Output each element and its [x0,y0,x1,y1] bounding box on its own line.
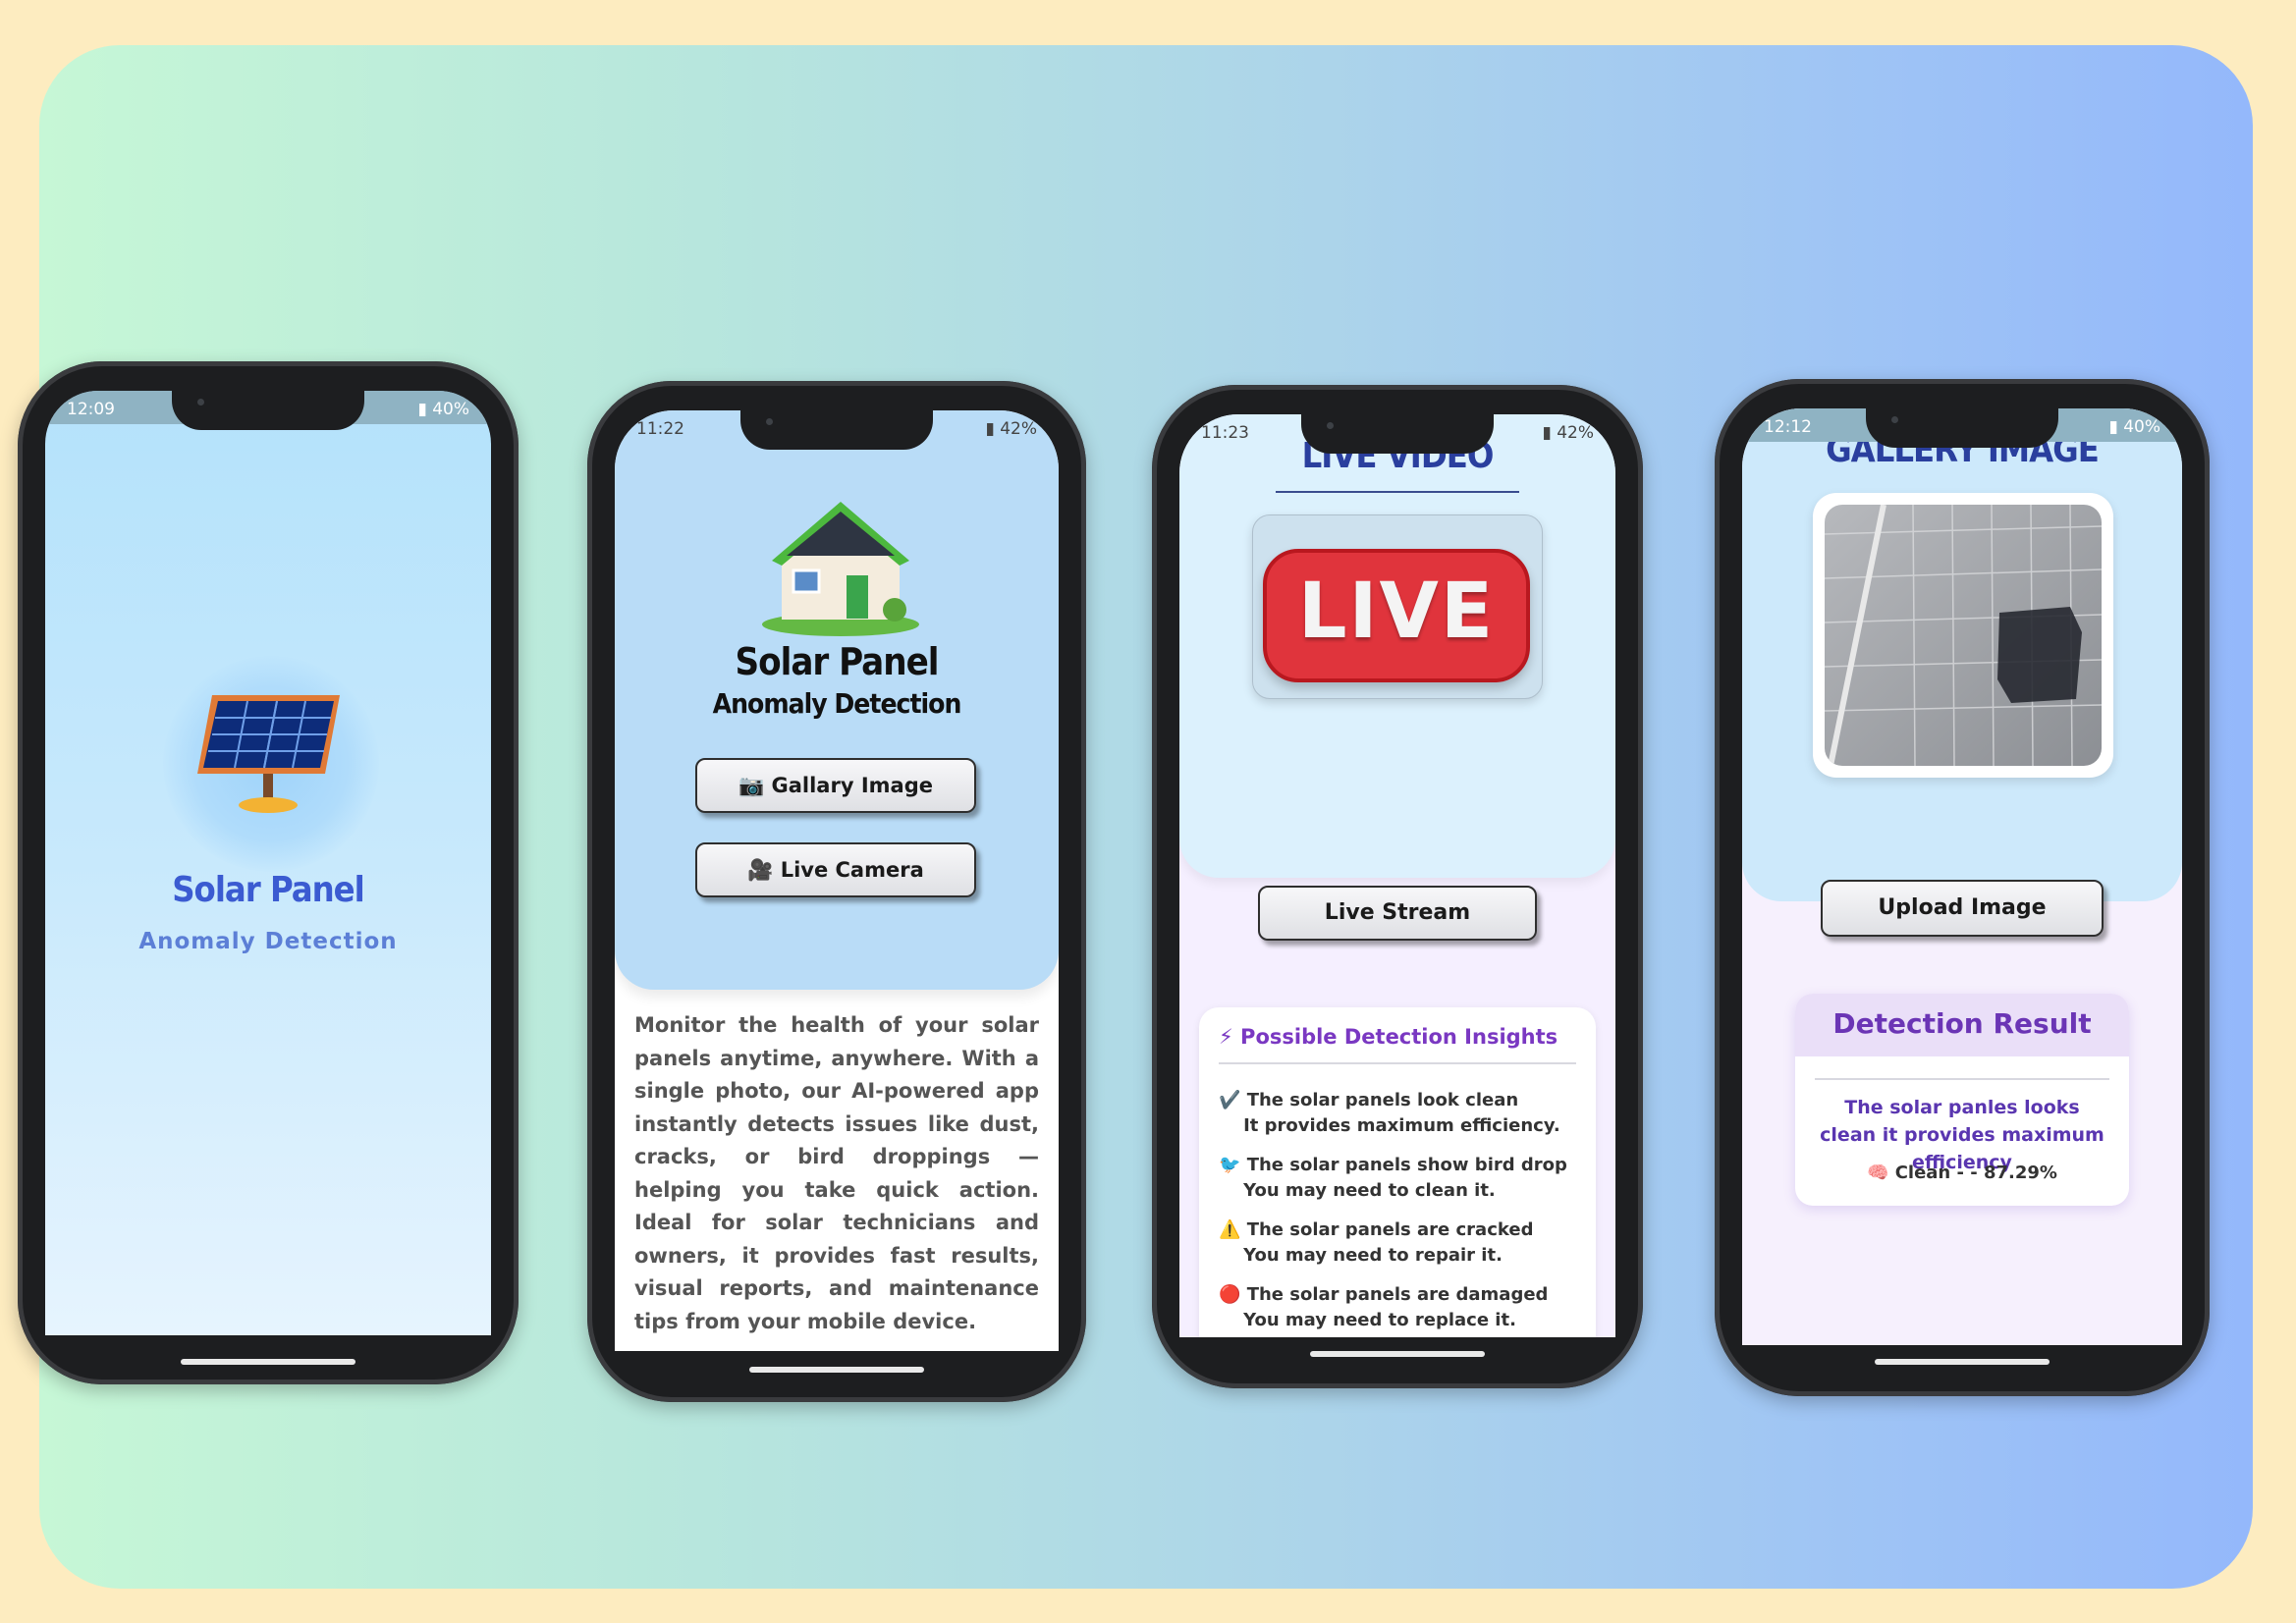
solar-panel-icon [197,695,340,813]
live-badge: LIVE [1263,549,1530,682]
phone-gallery-image: 12:12 ▮ 40% GALLERY IMAGE Upload Image D… [1715,379,2210,1396]
home-indicator[interactable] [1875,1359,2050,1365]
app-subtitle: Anomaly Detection [138,929,398,954]
status-time: 12:12 [1764,417,1812,437]
phone-notch [740,410,933,450]
insights-divider [1219,1062,1576,1064]
home-indicator[interactable] [1310,1351,1485,1357]
screen: 11:22 ▮ 42% Solar Panel Anomaly Detectio… [615,410,1059,1351]
status-battery: ▮ 42% [1542,423,1594,443]
status-battery: ▮ 40% [2108,417,2160,437]
phone-notch [1866,408,2058,448]
result-label: 🧠 Clean - - 87.29% [1867,1163,2057,1183]
app-subtitle: Anomaly Detection [712,687,962,720]
detection-result-card: Detection Result The solar panles looks … [1795,994,2129,1206]
insight-item: 🐦 The solar panels show bird drop You ma… [1219,1155,1567,1201]
result-divider [1815,1078,2109,1080]
phone-notch [172,391,364,430]
insight-item: ✔️ The solar panels look clean It provid… [1219,1090,1560,1136]
live-badge-text: LIVE [1297,568,1496,656]
home-indicator[interactable] [181,1359,355,1365]
result-title: Detection Result [1832,1007,2092,1040]
phone-live-video: 11:23 ▮ 42% LIVE VIDEO LIVE Live Stream … [1152,385,1643,1388]
status-battery: ▮ 42% [985,419,1037,439]
insight-item: ⚠️ The solar panels are cracked You may … [1219,1219,1534,1266]
upload-image-button[interactable]: Upload Image [1821,880,2104,937]
live-stream-button[interactable]: Live Stream [1258,886,1537,941]
insights-card: ⚡ Possible Detection Insights ✔️ The sol… [1199,1007,1596,1337]
house-icon [762,502,919,636]
app-description: Monitor the health of your solar panels … [634,1013,1039,1333]
uploaded-panel-image [1825,505,2102,766]
app-title: Solar Panel [172,870,365,910]
app-title: Solar Panel [735,640,940,683]
live-preview-frame: LIVE [1252,514,1543,699]
phone-splash: 12:09 ▮ 40% Solar Panel Anomaly Detectio… [18,361,519,1384]
phone-home: 11:22 ▮ 42% Solar Panel Anomaly Detectio… [587,381,1086,1402]
phone-notch [1301,414,1494,454]
status-time: 11:23 [1201,423,1249,443]
insight-item: 🔴 The solar panels are damaged You may n… [1219,1284,1549,1330]
status-battery: ▮ 40% [417,400,469,419]
screen: 11:23 ▮ 42% LIVE VIDEO LIVE Live Stream … [1179,414,1615,1337]
home-indicator[interactable] [749,1367,924,1373]
gallery-image-button[interactable]: 📷 Gallary Image [695,758,976,813]
insights-title: ⚡ Possible Detection Insights [1219,1025,1558,1049]
header-underline [1276,491,1519,493]
status-time: 12:09 [67,400,115,419]
screen: 12:12 ▮ 40% GALLERY IMAGE Upload Image D… [1742,408,2182,1345]
image-frame [1813,493,2113,778]
screen: 12:09 ▮ 40% Solar Panel Anomaly Detectio… [45,391,491,1335]
live-camera-button[interactable]: 🎥 Live Camera [695,842,976,897]
status-time: 11:22 [636,419,684,439]
